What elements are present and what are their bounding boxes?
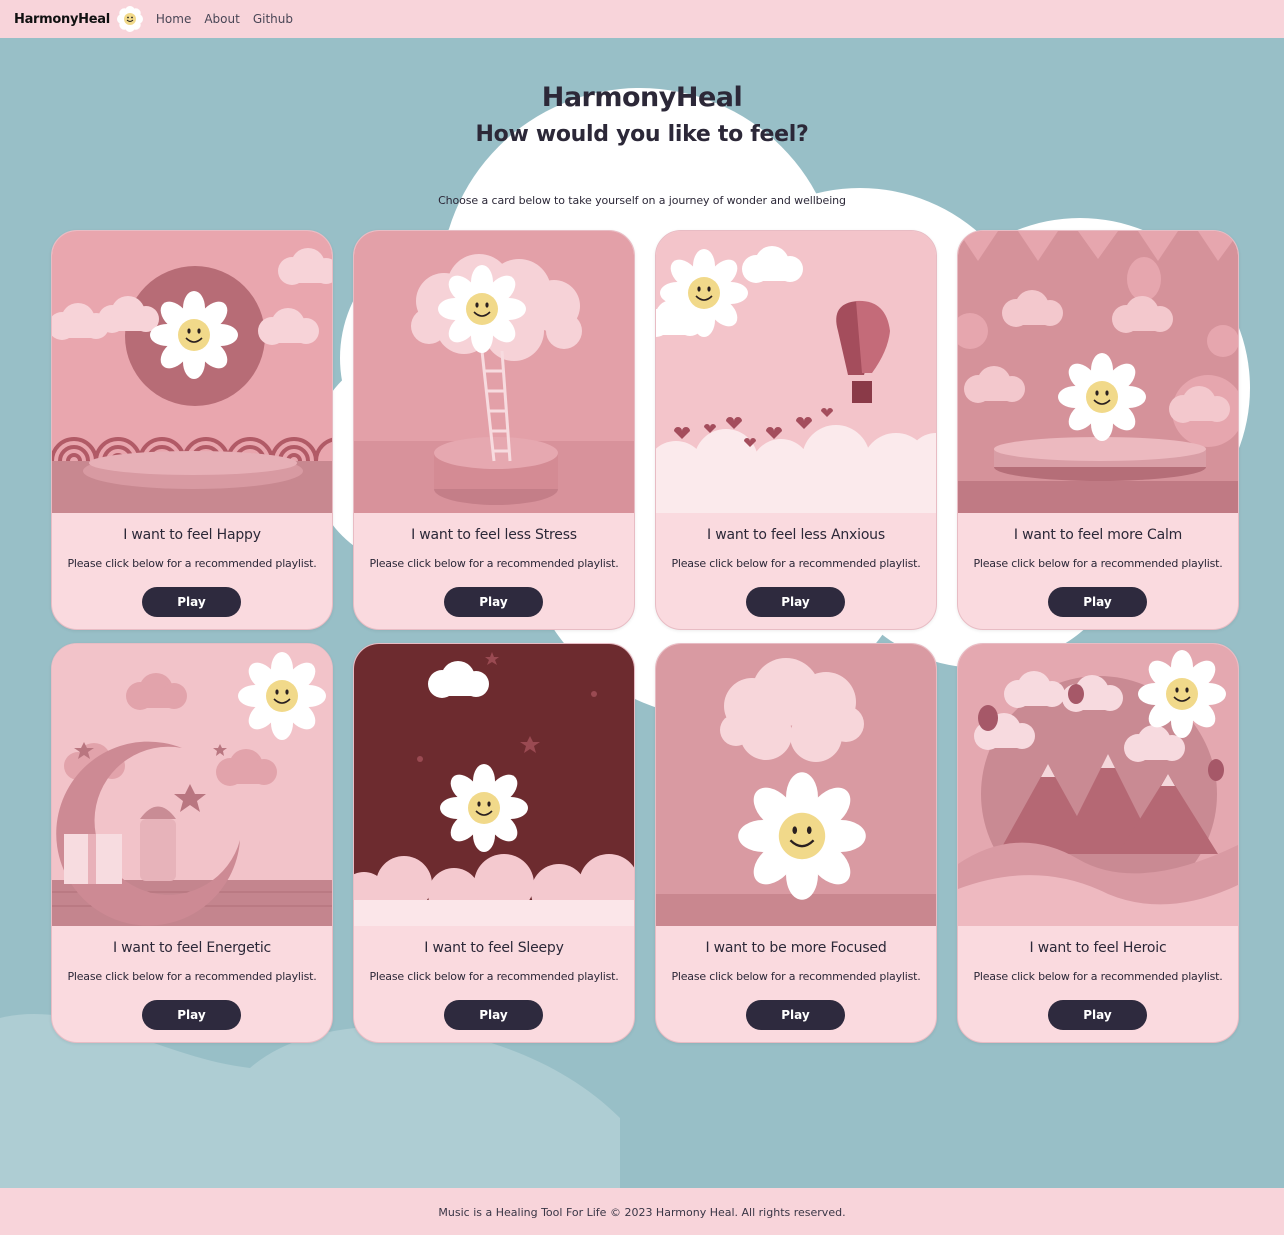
nav-link-home[interactable]: Home (156, 12, 191, 26)
play-button-energetic[interactable]: Play (142, 1000, 241, 1030)
card-title: I want to feel Happy (123, 527, 261, 543)
smiley-daisy-icon (116, 5, 144, 33)
play-button-more-calm[interactable]: Play (1048, 587, 1147, 617)
card-description: Please click below for a recommended pla… (369, 557, 619, 570)
nav-links: Home About Github (156, 12, 306, 26)
card-image-energetic (52, 644, 332, 926)
mood-card-less-anxious[interactable]: I want to feel less Anxious Please click… (655, 230, 937, 630)
card-image-heroic (958, 644, 1238, 926)
play-button-focused[interactable]: Play (746, 1000, 845, 1030)
card-description: Please click below for a recommended pla… (671, 970, 921, 983)
play-button-happy[interactable]: Play (142, 587, 241, 617)
play-button-sleepy[interactable]: Play (444, 1000, 543, 1030)
card-description: Please click below for a recommended pla… (973, 557, 1223, 570)
hero-section: HarmonyHeal How would you like to feel? … (0, 80, 1284, 207)
page-title: HarmonyHeal (541, 82, 743, 113)
card-description: Please click below for a recommended pla… (973, 970, 1223, 983)
card-title: I want to feel less Anxious (707, 527, 885, 543)
card-description: Please click below for a recommended pla… (67, 557, 317, 570)
mood-card-more-calm[interactable]: I want to feel more Calm Please click be… (957, 230, 1239, 630)
mood-card-focused[interactable]: I want to be more Focused Please click b… (655, 643, 937, 1043)
card-image-sleepy (354, 644, 634, 926)
mood-card-energetic[interactable]: I want to feel Energetic Please click be… (51, 643, 333, 1043)
card-description: Please click below for a recommended pla… (369, 970, 619, 983)
card-image-more-calm (958, 231, 1238, 513)
page-tagline: Choose a card below to take yourself on … (438, 194, 846, 207)
play-button-heroic[interactable]: Play (1048, 1000, 1147, 1030)
page-subtitle: How would you like to feel? (475, 122, 809, 147)
card-image-less-anxious (656, 231, 936, 513)
card-title: I want to be more Focused (705, 940, 887, 956)
nav-link-about[interactable]: About (204, 12, 239, 26)
card-title: I want to feel less Stress (411, 527, 577, 543)
mood-card-happy[interactable]: I want to feel Happy Please click below … (51, 230, 333, 630)
brand-name[interactable]: HarmonyHeal (14, 12, 110, 27)
play-button-less-anxious[interactable]: Play (746, 587, 845, 617)
mood-card-less-stress[interactable]: I want to feel less Stress Please click … (353, 230, 635, 630)
play-button-less-stress[interactable]: Play (444, 587, 543, 617)
card-image-happy (52, 231, 332, 513)
footer: Music is a Healing Tool For Life © 2023 … (0, 1188, 1284, 1235)
card-title: I want to feel Sleepy (424, 940, 564, 956)
card-title: I want to feel Energetic (112, 940, 272, 956)
top-navbar: HarmonyHeal Home About Github (0, 0, 1284, 38)
footer-text: Music is a Healing Tool For Life © 2023 … (438, 1206, 846, 1219)
mood-card-heroic[interactable]: I want to feel Heroic Please click below… (957, 643, 1239, 1043)
card-title: I want to feel Heroic (1029, 940, 1167, 956)
card-title: I want to feel more Calm (1013, 527, 1183, 543)
card-description: Please click below for a recommended pla… (671, 557, 921, 570)
mood-card-sleepy[interactable]: I want to feel Sleepy Please click below… (353, 643, 635, 1043)
card-image-less-stress (354, 231, 634, 513)
card-description: Please click below for a recommended pla… (67, 970, 317, 983)
card-image-focused (656, 644, 936, 926)
nav-link-github[interactable]: Github (253, 12, 293, 26)
